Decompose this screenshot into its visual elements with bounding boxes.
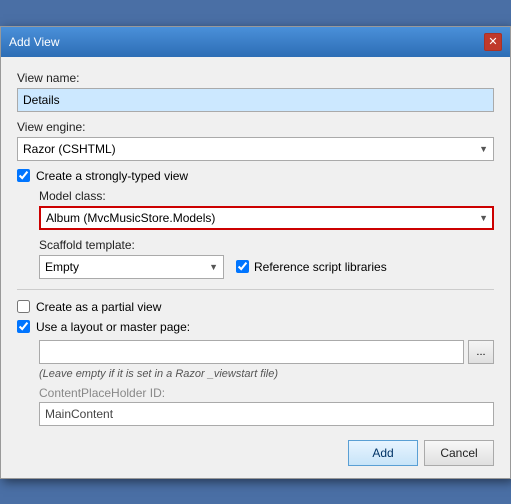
browse-button[interactable]: ... [468, 340, 494, 364]
dialog-title: Add View [9, 35, 59, 49]
partial-view-label[interactable]: Create as a partial view [36, 300, 161, 314]
close-button[interactable]: ✕ [484, 33, 502, 51]
add-view-dialog: Add View ✕ View name: View engine: Razor… [0, 26, 511, 479]
view-name-input[interactable] [17, 88, 494, 112]
view-engine-select-wrapper: Razor (CSHTML) ASPX (Visual Basic) ASPX … [17, 137, 494, 161]
view-name-group: View name: [17, 71, 494, 112]
model-class-select[interactable]: Album (MvcMusicStore.Models) [39, 206, 494, 230]
view-name-label: View name: [17, 71, 494, 85]
layout-section: ... (Leave empty if it is set in a Razor… [17, 340, 494, 426]
partial-view-checkbox[interactable] [17, 300, 30, 313]
strongly-typed-checkbox[interactable] [17, 169, 30, 182]
use-layout-row: Use a layout or master page: [17, 320, 494, 334]
scaffold-select-wrapper: Empty Create Delete Details Edit List [39, 255, 224, 279]
add-button[interactable]: Add [348, 440, 418, 466]
content-placeholder-group: ContentPlaceHolder ID: [39, 386, 494, 426]
model-class-group: Model class: Album (MvcMusicStore.Models… [39, 189, 494, 230]
view-engine-label: View engine: [17, 120, 494, 134]
view-engine-group: View engine: Razor (CSHTML) ASPX (Visual… [17, 120, 494, 161]
scaffold-select[interactable]: Empty Create Delete Details Edit List [39, 255, 224, 279]
close-icon: ✕ [488, 35, 497, 48]
reference-scripts-checkbox[interactable] [236, 260, 249, 273]
model-class-label: Model class: [39, 189, 494, 203]
strongly-typed-row: Create a strongly-typed view [17, 169, 494, 183]
dialog-body: View name: View engine: Razor (CSHTML) A… [1, 57, 510, 478]
content-placeholder-input[interactable] [39, 402, 494, 426]
layout-input[interactable] [39, 340, 464, 364]
title-bar: Add View ✕ [1, 27, 510, 57]
scaffold-row: Empty Create Delete Details Edit List Re… [39, 255, 494, 279]
use-layout-checkbox[interactable] [17, 320, 30, 333]
cancel-button[interactable]: Cancel [424, 440, 494, 466]
reference-scripts-label[interactable]: Reference script libraries [254, 260, 387, 274]
button-row: Add Cancel [17, 440, 494, 466]
layout-hint: (Leave empty if it is set in a Razor _vi… [39, 368, 494, 380]
scaffold-template-group: Scaffold template: Empty Create Delete D… [39, 238, 494, 279]
scaffold-template-label: Scaffold template: [39, 238, 494, 252]
use-layout-label[interactable]: Use a layout or master page: [36, 320, 190, 334]
model-class-select-wrapper: Album (MvcMusicStore.Models) [39, 206, 494, 230]
layout-input-row: ... [39, 340, 494, 364]
divider [17, 289, 494, 290]
partial-view-row: Create as a partial view [17, 300, 494, 314]
view-engine-select[interactable]: Razor (CSHTML) ASPX (Visual Basic) ASPX … [17, 137, 494, 161]
strongly-typed-label[interactable]: Create a strongly-typed view [36, 169, 188, 183]
reference-scripts-row: Reference script libraries [236, 260, 387, 274]
model-class-section: Model class: Album (MvcMusicStore.Models… [17, 189, 494, 279]
content-placeholder-label: ContentPlaceHolder ID: [39, 386, 494, 400]
